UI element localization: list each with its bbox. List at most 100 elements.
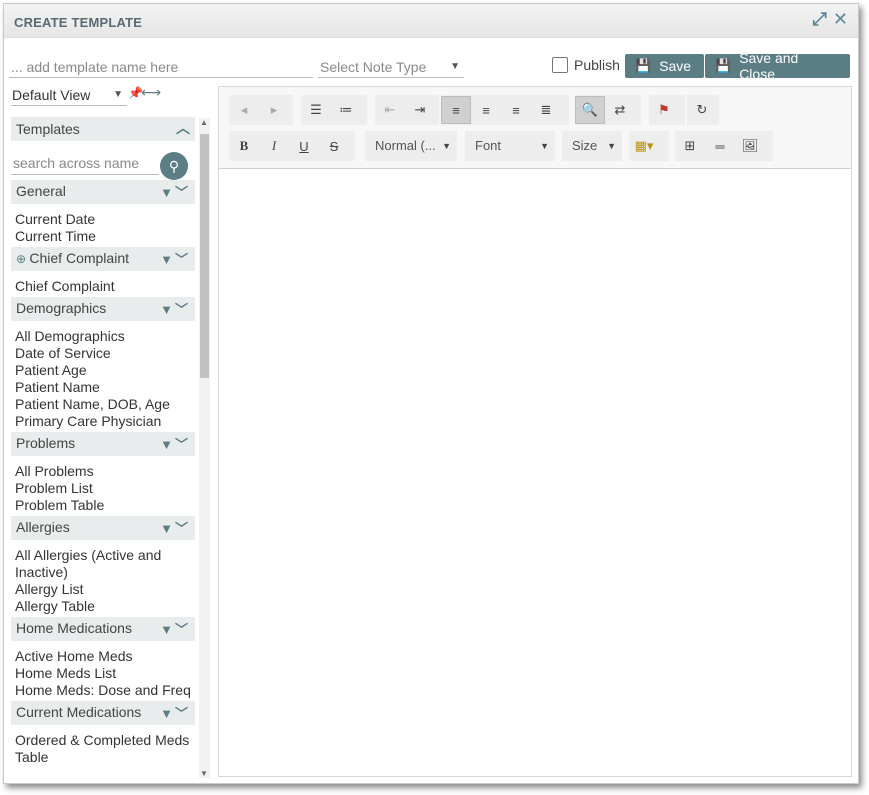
- justify-icon[interactable]: ≣: [531, 96, 561, 124]
- bulleted-list-icon[interactable]: ≔: [331, 96, 361, 124]
- numbered-list-icon[interactable]: ☰: [301, 96, 331, 124]
- publish-checkbox[interactable]: [552, 57, 568, 73]
- align-left-icon[interactable]: ≡: [441, 96, 471, 124]
- template-item[interactable]: Ordered & Completed Meds Table: [11, 732, 195, 766]
- search-icon: ⚲: [168, 158, 180, 174]
- group-title: General: [16, 183, 66, 199]
- editor[interactable]: ◂ ▸ ☰ ≔ ⇤ ⇥ ≡ ≡ ≡ ≣ 🔍 ⇄ ⚑ ↻ B I U S Norm…: [218, 86, 852, 777]
- template-item[interactable]: Home Meds: Dose and Freq: [11, 682, 195, 699]
- template-item[interactable]: Date of Service: [11, 345, 195, 362]
- templates-panel-header[interactable]: Templates ︿: [11, 117, 195, 141]
- filter-icon[interactable]: ▼: [160, 706, 175, 721]
- sidebar-scrollbar[interactable]: ▲ ▼: [199, 118, 210, 778]
- italic-icon[interactable]: I: [259, 132, 289, 160]
- template-item[interactable]: Problem List: [11, 480, 195, 497]
- horizontal-rule-icon[interactable]: ═: [705, 132, 735, 160]
- save-and-close-button[interactable]: 💾 Save and Close: [705, 50, 850, 82]
- template-item[interactable]: Patient Age: [11, 362, 195, 379]
- chevron-down-icon[interactable]: ﹀: [175, 706, 190, 721]
- bold-icon[interactable]: B: [229, 132, 259, 160]
- group-header[interactable]: Allergies ▼﹀: [11, 516, 195, 540]
- save-button[interactable]: 💾 Save: [625, 54, 704, 78]
- group-title: Chief Complaint: [29, 250, 129, 266]
- note-type-select[interactable]: Select Note Type ▼: [318, 56, 464, 78]
- template-item[interactable]: Chief Complaint: [11, 278, 195, 295]
- chevron-down-icon[interactable]: ﹀: [175, 302, 190, 317]
- template-item[interactable]: Allergy Table: [11, 598, 195, 615]
- find-icon[interactable]: 🔍: [575, 96, 605, 124]
- align-center-icon[interactable]: ≡: [471, 96, 501, 124]
- template-item[interactable]: Patient Name: [11, 379, 195, 396]
- chevron-up-icon[interactable]: ︿: [176, 118, 190, 138]
- template-item[interactable]: Primary Care Physician: [11, 413, 195, 430]
- chevron-down-icon[interactable]: ﹀: [175, 185, 190, 200]
- filter-icon[interactable]: ▼: [160, 185, 175, 200]
- font-select[interactable]: Font ▼: [465, 131, 555, 161]
- outdent-icon[interactable]: ⇤: [375, 96, 405, 124]
- template-item[interactable]: Home Meds List: [11, 665, 195, 682]
- group-header[interactable]: ⊕ Chief Complaint ▼﹀: [11, 247, 195, 271]
- template-item[interactable]: Current Time: [11, 228, 195, 245]
- filter-icon[interactable]: ▼: [160, 521, 175, 536]
- template-groups: General ▼﹀ Current Date Current Time ⊕ Chief…: [11, 180, 195, 768]
- font-select-label: Font: [475, 138, 502, 153]
- table-icon[interactable]: ⊞: [675, 132, 705, 160]
- image-icon[interactable]: 🖼: [735, 132, 765, 160]
- view-select[interactable]: Default View ▼: [11, 86, 127, 106]
- filter-icon[interactable]: ▼: [160, 622, 175, 637]
- group-title: Problems: [16, 435, 76, 451]
- strikethrough-icon[interactable]: S: [319, 132, 349, 160]
- template-search-input[interactable]: search across name: [11, 155, 159, 175]
- filter-icon[interactable]: ▼: [160, 252, 175, 267]
- resize-horizontal-icon[interactable]: ⟷: [141, 84, 161, 101]
- table-color-icon[interactable]: ▦▾: [629, 132, 659, 160]
- scroll-down-icon[interactable]: ▼: [200, 769, 208, 778]
- template-item[interactable]: Patient Name, DOB, Age: [11, 396, 195, 413]
- group-header[interactable]: Home Medications ▼﹀: [11, 617, 195, 641]
- close-icon[interactable]: ✕: [833, 10, 848, 28]
- chevron-down-icon[interactable]: ﹀: [175, 622, 190, 637]
- group-header[interactable]: Problems ▼﹀: [11, 432, 195, 456]
- replace-icon[interactable]: ⇄: [605, 96, 635, 124]
- group-header[interactable]: General ▼﹀: [11, 180, 195, 204]
- chevron-down-icon[interactable]: ﹀: [175, 437, 190, 452]
- create-template-dialog: CREATE TEMPLATE ⤢ ✕ Select Note Type ▼ P…: [3, 3, 859, 784]
- filter-icon[interactable]: ▼: [160, 437, 175, 452]
- group-title: Allergies: [16, 519, 70, 535]
- scroll-thumb[interactable]: [200, 134, 209, 378]
- editor-content[interactable]: [219, 170, 851, 776]
- template-item[interactable]: Current Date: [11, 211, 195, 228]
- title-bar: CREATE TEMPLATE ⤢ ✕: [4, 4, 858, 38]
- refresh-icon[interactable]: ↻: [687, 96, 717, 124]
- template-item[interactable]: All Allergies (Active and Inactive): [11, 547, 195, 581]
- indent-icon[interactable]: ⇥: [405, 96, 435, 124]
- chevron-down-icon[interactable]: ﹀: [175, 521, 190, 536]
- add-icon[interactable]: ⊕: [16, 252, 29, 266]
- redo-icon[interactable]: ▸: [259, 96, 289, 124]
- publish-toggle[interactable]: Publish: [552, 57, 620, 73]
- expand-icon[interactable]: ⤢: [813, 10, 827, 28]
- template-item[interactable]: Problem Table: [11, 497, 195, 514]
- filter-icon[interactable]: ▼: [160, 302, 175, 317]
- scroll-up-icon[interactable]: ▲: [200, 118, 208, 127]
- template-item[interactable]: Active Home Meds: [11, 648, 195, 665]
- view-label: Default View: [12, 87, 91, 103]
- save-close-label: Save and Close: [739, 50, 799, 82]
- underline-icon[interactable]: U: [289, 132, 319, 160]
- search-button[interactable]: ⚲: [160, 152, 188, 180]
- template-item[interactable]: All Demographics: [11, 328, 195, 345]
- format-select[interactable]: Normal (... ▼: [365, 131, 457, 161]
- template-item[interactable]: Allergy List: [11, 581, 195, 598]
- template-item[interactable]: All Problems: [11, 463, 195, 480]
- undo-icon[interactable]: ◂: [229, 96, 259, 124]
- save-label: Save: [659, 58, 692, 74]
- group-title: Demographics: [16, 300, 107, 316]
- group-header[interactable]: Current Medications ▼﹀: [11, 701, 195, 725]
- search-placeholder: search across name: [13, 155, 140, 171]
- group-header[interactable]: Demographics ▼﹀: [11, 297, 195, 321]
- size-select[interactable]: Size ▼: [562, 131, 622, 161]
- align-right-icon[interactable]: ≡: [501, 96, 531, 124]
- flag-icon[interactable]: ⚑: [649, 96, 679, 124]
- chevron-down-icon[interactable]: ﹀: [175, 252, 190, 267]
- template-name-input[interactable]: [9, 56, 313, 78]
